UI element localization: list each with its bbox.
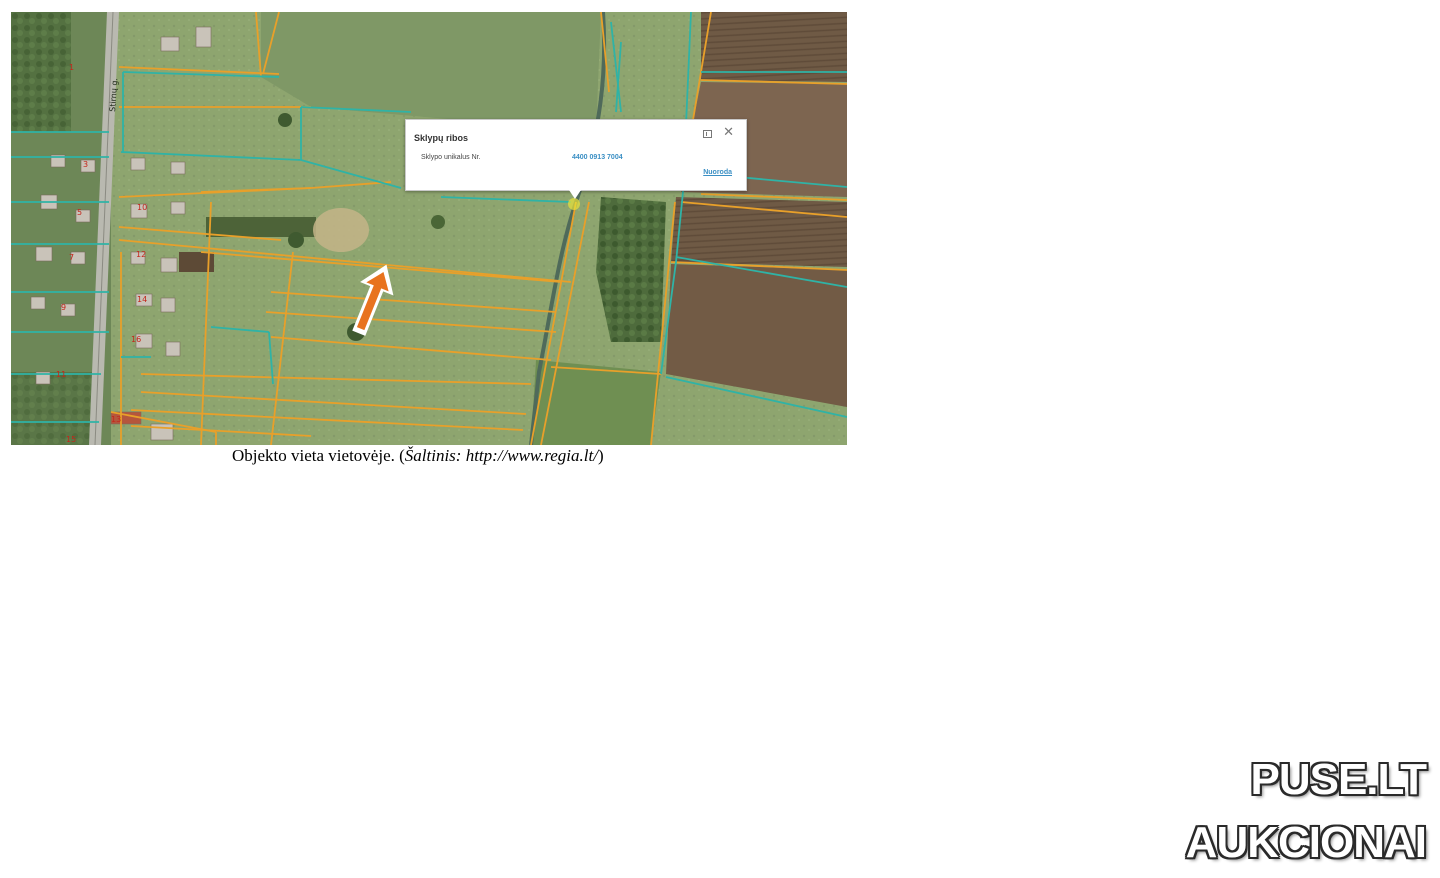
close-icon[interactable]: ✕: [723, 126, 734, 139]
popup-title: Sklypų ribos: [414, 133, 469, 143]
plot-number: 5: [77, 208, 82, 217]
plot-number: 3: [83, 160, 88, 169]
plot-number: 1: [69, 63, 74, 72]
plot-number: 14: [137, 295, 147, 304]
parcel-number-label: Sklypo unikalus Nr.: [421, 154, 481, 161]
plot-number: 7: [69, 253, 74, 262]
caption-text: Objekto vieta vietovėje. (: [232, 446, 405, 465]
reference-link[interactable]: Nuoroda: [703, 169, 732, 176]
map-caption: Objekto vieta vietovėje. (Šaltinis: http…: [232, 446, 604, 466]
parcel-info-popup: Sklypų ribos ✕ Sklypo unikalus Nr. 4400 …: [405, 119, 747, 199]
popup-pointer: [569, 190, 581, 199]
watermark-site: PUSE.LT: [1250, 755, 1427, 804]
plot-number: 16: [131, 335, 141, 344]
maximize-icon[interactable]: [703, 130, 712, 138]
plot-number: 12: [136, 250, 146, 259]
parcel-number-value[interactable]: 4400 0913 7004: [572, 154, 623, 161]
plot-number: 10: [137, 203, 147, 212]
aerial-map[interactable]: Stirnų g. 1 3 5 7 9 10 11 12 13 14 15 16…: [11, 12, 847, 445]
watermark-section: AUKCIONAI: [1185, 818, 1427, 867]
plot-number: 15: [66, 435, 76, 444]
page: Stirnų g. 1 3 5 7 9 10 11 12 13 14 15 16…: [0, 0, 1440, 878]
caption-source: Šaltinis: http://www.regia.lt/: [404, 446, 598, 465]
plot-number: 11: [56, 370, 66, 379]
plot-number: 13: [111, 415, 121, 424]
map-canvas: Stirnų g. 1 3 5 7 9 10 11 12 13 14 15 16: [11, 12, 847, 445]
caption-close-paren: ): [597, 446, 604, 465]
plot-number: 9: [61, 303, 66, 312]
